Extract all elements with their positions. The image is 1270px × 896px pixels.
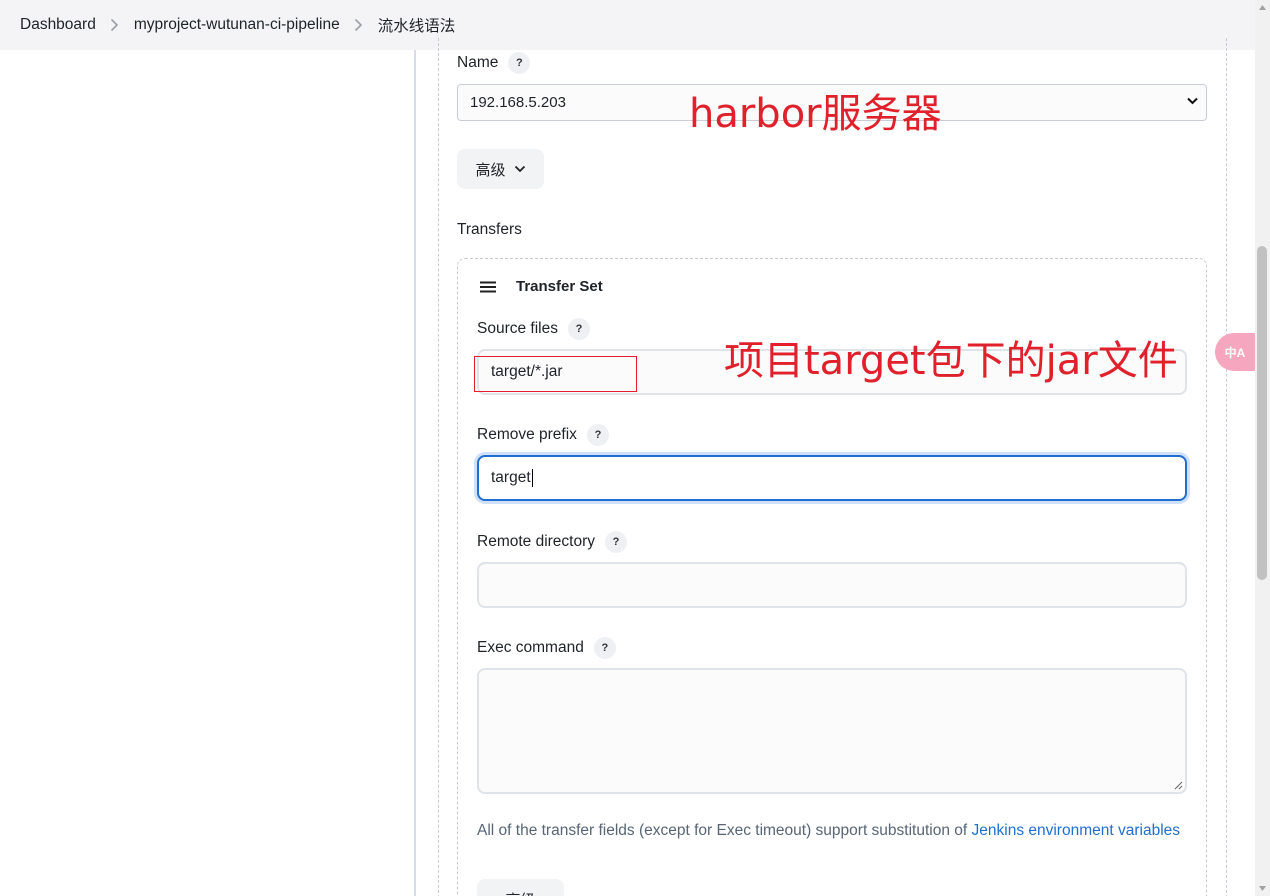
translate-icon: 中A [1224,345,1246,360]
scroll-down-icon[interactable] [1258,884,1267,893]
name-help-icon[interactable]: ? [508,52,531,74]
remove-prefix-input[interactable]: target [477,455,1187,501]
remote-directory-input[interactable] [477,562,1187,608]
advanced-button[interactable]: 高级 [457,149,544,189]
exec-command-help-icon[interactable]: ? [593,637,616,659]
jenkins-env-vars-link[interactable]: Jenkins environment variables [972,822,1181,839]
side-panel-divider [414,50,416,896]
resize-grip-icon[interactable] [1173,780,1183,790]
scroll-up-icon[interactable] [1258,3,1267,12]
remote-directory-label: Remote directory [477,533,596,550]
exec-command-field-label: Exec command ? [477,637,616,659]
chevron-down-icon [1187,97,1198,105]
remove-prefix-label: Remove prefix [477,426,577,443]
scrollbar-thumb[interactable] [1257,246,1267,580]
source-files-label: Source files [477,320,558,337]
exec-command-textarea[interactable] [477,668,1187,794]
text-caret [531,469,533,487]
remote-directory-help-icon[interactable]: ? [605,531,628,553]
server-name-value: 192.168.5.203 [470,94,566,111]
translate-extension-button[interactable]: 中A [1215,333,1255,371]
drag-handle-icon[interactable] [479,280,497,294]
transfer-set-title: Transfer Set [516,278,603,295]
chevron-down-icon [514,165,525,173]
name-label-text: Name [457,54,499,71]
annotation-highlight-box [474,356,637,392]
page: Dashboard myproject-wutunan-ci-pipeline … [0,0,1270,896]
remove-prefix-field-label: Remove prefix ? [477,424,609,446]
transfers-label: Transfers [457,221,522,238]
substitution-note: All of the transfer fields (except for E… [477,818,1187,844]
name-field-label: Name ? [457,52,531,74]
source-files-help-icon[interactable]: ? [567,318,590,340]
transfer-advanced-label: 高级 [505,889,535,896]
breadcrumb-dashboard[interactable]: Dashboard [20,16,96,34]
chevron-right-icon [96,18,134,32]
remove-prefix-value: target [491,469,531,486]
note-text: All of the transfer fields (except for E… [477,822,972,839]
remove-prefix-help-icon[interactable]: ? [586,424,609,446]
advanced-button-label: 高级 [475,161,506,179]
breadcrumb-pipeline-syntax[interactable]: 流水线语法 [378,14,456,36]
chevron-right-icon [340,18,378,32]
remote-directory-field-label: Remote directory ? [477,531,628,553]
annotation-source: 项目target包下的jar文件 [724,338,1178,384]
exec-command-label: Exec command [477,639,584,656]
transfer-advanced-button[interactable]: 高级 [477,879,564,896]
annotation-server: harbor服务器 [689,91,942,137]
source-files-field-label: Source files ? [477,318,590,340]
breadcrumb-project[interactable]: myproject-wutunan-ci-pipeline [134,16,340,34]
